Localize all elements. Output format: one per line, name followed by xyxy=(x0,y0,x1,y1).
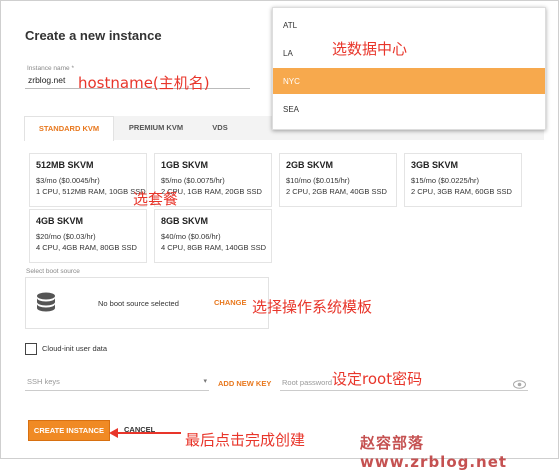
annotation-root: 设定root密码 xyxy=(332,370,423,388)
plan-name: 8GB SKVM xyxy=(161,216,209,226)
option-label: ATL xyxy=(283,21,298,30)
chevron-down-icon: ▾ xyxy=(203,378,207,385)
plan-name: 512MB SKVM xyxy=(36,160,94,170)
datacenter-option-nyc[interactable]: NYC xyxy=(273,68,545,94)
change-boot-source-button[interactable]: CHANGE xyxy=(214,298,247,307)
annotation-hostname: hostname(主机名) xyxy=(78,74,210,92)
add-new-key-button[interactable]: ADD NEW KEY xyxy=(218,379,271,388)
plan-name: 1GB SKVM xyxy=(161,160,209,170)
root-password-placeholder: Root password xyxy=(282,378,333,387)
plan-name: 2GB SKVM xyxy=(286,160,334,170)
tab-vds[interactable]: VDS xyxy=(200,116,240,140)
option-label: SEA xyxy=(283,105,300,114)
plan-specs: 1 CPU, 512MB RAM, 10GB SSD xyxy=(36,187,146,196)
plan-card[interactable]: 2GB SKVM $10/mo ($0.015/hr) 2 CPU, 2GB R… xyxy=(279,153,397,207)
datacenter-option-la[interactable]: LA xyxy=(273,40,545,66)
ssh-keys-select[interactable]: SSH keys ▾ xyxy=(25,370,209,391)
cloud-init-checkbox[interactable] xyxy=(25,343,37,355)
plan-price: $20/mo ($0.03/hr) xyxy=(36,232,96,241)
database-icon xyxy=(37,292,55,312)
plan-card[interactable]: 8GB SKVM $40/mo ($0.06/hr) 4 CPU, 8GB RA… xyxy=(154,209,272,263)
plan-specs: 2 CPU, 3GB RAM, 60GB SSD xyxy=(411,187,512,196)
datacenter-dropdown: ATL LA NYC SEA xyxy=(272,7,546,130)
annotation-plan: 选套餐 xyxy=(133,190,179,208)
hostname-value: zrblog.net xyxy=(28,75,66,85)
plan-card[interactable]: 512MB SKVM $3/mo ($0.0045/hr) 1 CPU, 512… xyxy=(29,153,147,207)
create-instance-button[interactable]: CREATE INSTANCE xyxy=(28,420,110,441)
option-label: LA xyxy=(283,49,293,58)
plan-name: 4GB SKVM xyxy=(36,216,84,226)
plan-name: 3GB SKVM xyxy=(411,160,459,170)
eye-icon[interactable] xyxy=(513,380,526,389)
arrow-icon xyxy=(109,428,181,438)
boot-source-label: Select boot source xyxy=(26,268,80,275)
annotation-os: 选择操作系统模板 xyxy=(252,298,373,316)
plan-price: $15/mo ($0.0225/hr) xyxy=(411,176,479,185)
boot-source-text: No boot source selected xyxy=(98,299,179,308)
tab-premium-kvm[interactable]: PREMIUM KVM xyxy=(116,116,196,140)
plan-price: $40/mo ($0.06/hr) xyxy=(161,232,221,241)
plan-specs: 4 CPU, 8GB RAM, 140GB SSD xyxy=(161,243,267,252)
dialog-title: Create a new instance xyxy=(25,28,162,43)
plan-price: $3/mo ($0.0045/hr) xyxy=(36,176,100,185)
tab-standard-kvm[interactable]: STANDARD KVM xyxy=(24,116,114,141)
plan-specs: 2 CPU, 2GB RAM, 40GB SSD xyxy=(286,187,387,196)
watermark: 赵容部落www.zrblog.net xyxy=(360,434,508,471)
plan-price: $10/mo ($0.015/hr) xyxy=(286,176,350,185)
datacenter-option-sea[interactable]: SEA xyxy=(273,96,545,122)
cloud-init-label: Cloud-init user data xyxy=(42,344,108,353)
plan-price: $5/mo ($0.0075/hr) xyxy=(161,176,225,185)
option-label: NYC xyxy=(283,77,300,86)
annotation-finish: 最后点击完成创建 xyxy=(185,431,306,449)
annotation-datacenter: 选数据中心 xyxy=(332,40,408,58)
plan-specs: 4 CPU, 4GB RAM, 80GB SSD xyxy=(36,243,137,252)
plan-card[interactable]: 4GB SKVM $20/mo ($0.03/hr) 4 CPU, 4GB RA… xyxy=(29,209,147,263)
datacenter-option-atl[interactable]: ATL xyxy=(273,12,545,38)
plan-card[interactable]: 3GB SKVM $15/mo ($0.0225/hr) 2 CPU, 3GB … xyxy=(404,153,522,207)
ssh-keys-placeholder: SSH keys xyxy=(27,377,60,386)
